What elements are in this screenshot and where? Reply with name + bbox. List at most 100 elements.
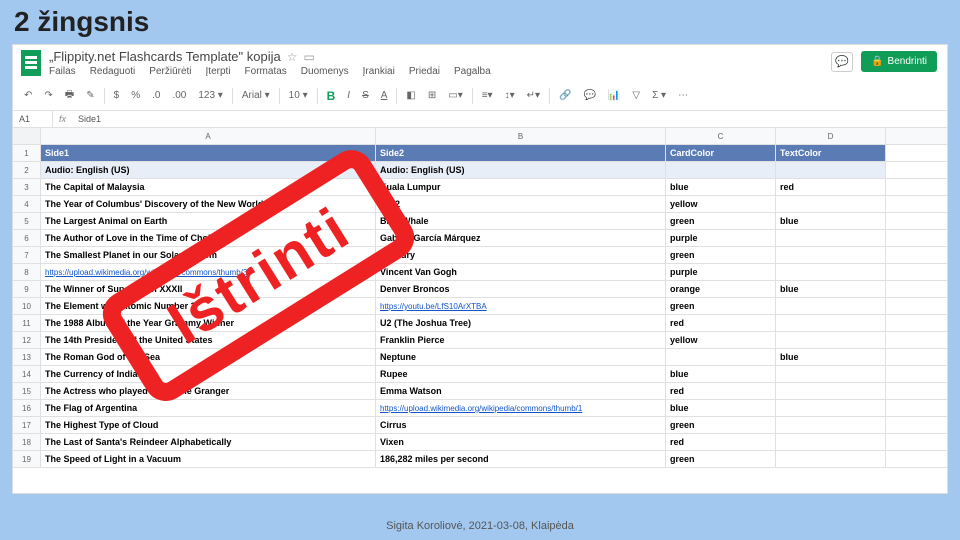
cell[interactable]: The Speed of Light in a Vacuum <box>41 451 376 467</box>
cell[interactable]: red <box>776 179 886 195</box>
row-header[interactable]: 1 <box>13 145 40 162</box>
folder-icon[interactable]: ▭ <box>304 50 315 64</box>
borders-button[interactable]: ⊞ <box>425 88 439 103</box>
cell[interactable]: The 14th President of the United States <box>41 332 376 348</box>
halign-button[interactable]: ≡▾ <box>479 88 496 103</box>
cell[interactable]: Gabriel García Márquez <box>376 230 666 246</box>
cell[interactable]: Kuala Lumpur <box>376 179 666 195</box>
undo-icon[interactable]: ↶ <box>21 88 35 103</box>
table-row[interactable]: The 14th President of the United StatesF… <box>41 332 947 349</box>
row-header[interactable]: 15 <box>13 383 40 400</box>
cell[interactable] <box>776 162 886 178</box>
cell[interactable]: The Author of Love in the Time of Choler… <box>41 230 376 246</box>
cell[interactable]: Mercury <box>376 247 666 263</box>
formula-input[interactable]: Side1 <box>72 111 107 127</box>
cell[interactable] <box>776 332 886 348</box>
menu-įrankiai[interactable]: Įrankiai <box>363 66 395 77</box>
cell[interactable] <box>776 434 886 450</box>
table-row[interactable]: The 1988 Album of the Year Grammy Winner… <box>41 315 947 332</box>
cell[interactable]: blue <box>776 281 886 297</box>
cell[interactable] <box>666 162 776 178</box>
increase-decimal[interactable]: .00 <box>169 88 189 103</box>
row-header[interactable]: 10 <box>13 298 40 315</box>
cell[interactable]: purple <box>666 264 776 280</box>
cell[interactable] <box>776 451 886 467</box>
row-header[interactable]: 11 <box>13 315 40 332</box>
cell[interactable]: yellow <box>666 332 776 348</box>
row-header[interactable]: 7 <box>13 247 40 264</box>
chart-icon[interactable]: 📊 <box>605 88 623 103</box>
cell[interactable]: blue <box>776 349 886 365</box>
cell[interactable]: green <box>666 417 776 433</box>
textcolor-button[interactable]: A <box>378 88 391 103</box>
cell[interactable]: yellow <box>666 196 776 212</box>
cell[interactable] <box>776 298 886 314</box>
table-row[interactable]: The Year of Columbus' Discovery of the N… <box>41 196 947 213</box>
row-header[interactable]: 18 <box>13 434 40 451</box>
name-box[interactable]: A1 <box>13 111 53 127</box>
wrap-button[interactable]: ↵▾ <box>524 88 543 103</box>
row-header[interactable]: 12 <box>13 332 40 349</box>
cell[interactable] <box>776 230 886 246</box>
cell[interactable]: The Capital of Malaysia <box>41 179 376 195</box>
spreadsheet-grid[interactable]: 12345678910111213141516171819 ABCD Side1… <box>13 128 947 468</box>
cell[interactable] <box>776 196 886 212</box>
cell[interactable]: Vincent Van Gogh <box>376 264 666 280</box>
cell[interactable]: The Last of Santa's Reindeer Alphabetica… <box>41 434 376 450</box>
row-header[interactable]: 3 <box>13 179 40 196</box>
cell[interactable]: red <box>666 315 776 331</box>
cell[interactable]: The Flag of Argentina <box>41 400 376 416</box>
cell[interactable]: green <box>666 213 776 229</box>
cell[interactable]: The Roman God of the Sea <box>41 349 376 365</box>
cell[interactable]: https://upload.wikimedia.org/wikipedia/c… <box>376 400 666 416</box>
cell[interactable]: TextColor <box>776 145 886 161</box>
cell[interactable]: Side1 <box>41 145 376 161</box>
zoom-dropdown[interactable]: 123 ▾ <box>195 88 226 103</box>
row-header[interactable]: 17 <box>13 417 40 434</box>
bold-button[interactable]: B <box>324 87 339 105</box>
table-row[interactable]: The Largest Animal on EarthBlue Whalegre… <box>41 213 947 230</box>
menu-failas[interactable]: Failas <box>49 66 76 77</box>
cell[interactable]: green <box>666 298 776 314</box>
redo-icon[interactable]: ↷ <box>41 88 55 103</box>
paint-icon[interactable]: ✎ <box>83 88 97 103</box>
cell[interactable]: 186,282 miles per second <box>376 451 666 467</box>
cell[interactable] <box>776 400 886 416</box>
italic-button[interactable]: I <box>344 88 353 103</box>
cell[interactable]: The Currency of India <box>41 366 376 382</box>
table-row[interactable]: The Flag of Argentinahttps://upload.wiki… <box>41 400 947 417</box>
cell[interactable]: The Actress who played Hermione Granger <box>41 383 376 399</box>
table-row[interactable]: https://upload.wikimedia.org/wikipedia/c… <box>41 264 947 281</box>
menu-pagalba[interactable]: Pagalba <box>454 66 491 77</box>
row-header[interactable]: 6 <box>13 230 40 247</box>
menu-peržiūrėti[interactable]: Peržiūrėti <box>149 66 191 77</box>
cell[interactable]: The Highest Type of Cloud <box>41 417 376 433</box>
cell[interactable]: Rupee <box>376 366 666 382</box>
table-row[interactable]: The Element with Atomic Number 3https://… <box>41 298 947 315</box>
cell[interactable] <box>776 315 886 331</box>
row-header[interactable]: 2 <box>13 162 40 179</box>
cell[interactable]: The Smallest Planet in our Solar System <box>41 247 376 263</box>
cell[interactable]: U2 (The Joshua Tree) <box>376 315 666 331</box>
cell[interactable]: red <box>666 383 776 399</box>
cell[interactable]: blue <box>776 213 886 229</box>
fill-button[interactable]: ◧ <box>403 88 418 103</box>
link-icon[interactable]: 🔗 <box>556 88 574 103</box>
row-header[interactable]: 14 <box>13 366 40 383</box>
table-row[interactable]: The Speed of Light in a Vacuum186,282 mi… <box>41 451 947 468</box>
cell[interactable]: The Element with Atomic Number 3 <box>41 298 376 314</box>
share-button[interactable]: 🔒 Bendrinti <box>861 51 937 72</box>
cell[interactable]: blue <box>666 366 776 382</box>
table-row[interactable]: Side1Side2CardColorTextColor <box>41 145 947 162</box>
cell[interactable]: blue <box>666 400 776 416</box>
comments-button[interactable]: 💬 <box>831 52 853 72</box>
cell[interactable]: blue <box>666 179 776 195</box>
table-row[interactable]: Audio: English (US)Audio: English (US) <box>41 162 947 179</box>
star-icon[interactable]: ☆ <box>287 50 298 64</box>
cell[interactable] <box>776 247 886 263</box>
cell[interactable]: Neptune <box>376 349 666 365</box>
fontsize-dropdown[interactable]: 10 ▾ <box>286 88 311 103</box>
col-header[interactable]: B <box>376 128 666 144</box>
valign-button[interactable]: ↕▾ <box>502 88 518 103</box>
cell[interactable]: The Winner of Super Bowl XXXII <box>41 281 376 297</box>
